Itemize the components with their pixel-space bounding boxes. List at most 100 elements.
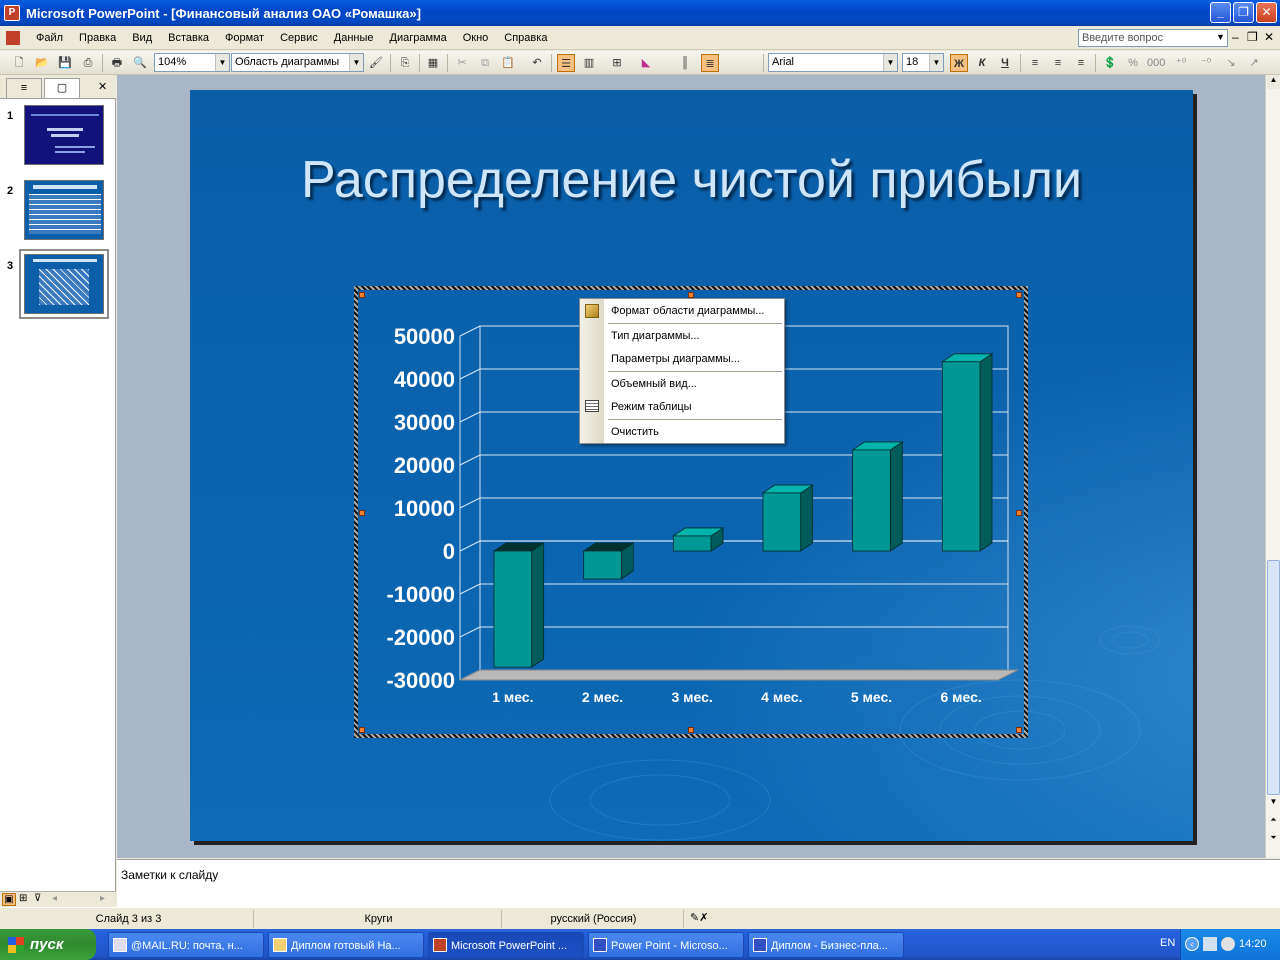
undo-icon[interactable]: ↶ bbox=[528, 54, 546, 72]
doc-restore-icon[interactable]: ❐ bbox=[1247, 30, 1258, 44]
taskbar-item-mail[interactable]: @MAIL.RU: почта, н... bbox=[108, 932, 264, 958]
slide-thumbnail-2[interactable] bbox=[24, 180, 104, 240]
menu-format[interactable]: Формат bbox=[217, 28, 272, 48]
taskbar-item-folder[interactable]: Диплом готовый На... bbox=[268, 932, 424, 958]
tab-slides[interactable]: ▢ bbox=[44, 78, 80, 98]
italic-button[interactable]: К bbox=[973, 54, 991, 72]
increase-decimal-icon[interactable]: ⁺⁰ bbox=[1172, 54, 1190, 72]
by-column-icon[interactable]: ▥ bbox=[580, 54, 598, 72]
angle-text-down-icon[interactable]: ↘ bbox=[1222, 54, 1240, 72]
language-indicator[interactable]: EN bbox=[1160, 937, 1175, 949]
status-design[interactable]: Круги bbox=[256, 910, 502, 928]
scroll-left-icon[interactable]: ◂ bbox=[52, 893, 57, 904]
slide-thumbnail-1[interactable] bbox=[24, 105, 104, 165]
menu-chart-options[interactable]: Параметры диаграммы... bbox=[611, 353, 740, 365]
start-button[interactable]: пуск bbox=[0, 929, 96, 960]
resize-handle[interactable] bbox=[1016, 727, 1022, 733]
taskbar-item-word-1[interactable]: Power Point - Microso... bbox=[588, 932, 744, 958]
currency-icon[interactable]: 💲 bbox=[1101, 54, 1119, 72]
menu-file[interactable]: Файл bbox=[28, 28, 71, 48]
chevron-down-icon[interactable]: ▼ bbox=[349, 54, 363, 71]
cut-icon[interactable]: ✂ bbox=[453, 54, 471, 72]
menu-clear[interactable]: Очистить bbox=[611, 426, 659, 438]
align-left-icon[interactable]: ≡ bbox=[1026, 54, 1044, 72]
underline-button[interactable]: Ч bbox=[996, 54, 1014, 72]
menu-view[interactable]: Вид bbox=[124, 28, 160, 48]
security-icon[interactable] bbox=[1221, 937, 1235, 951]
paste-icon[interactable]: 📋 bbox=[499, 54, 517, 72]
print-icon[interactable]: 🖶 bbox=[108, 54, 126, 72]
doc-close-icon[interactable]: ✕ bbox=[1264, 30, 1274, 44]
restore-button[interactable]: ❐ bbox=[1233, 2, 1254, 23]
permission-icon[interactable]: ⎙ bbox=[79, 54, 97, 72]
clock[interactable]: 14:20 bbox=[1239, 929, 1267, 960]
sorter-view-icon[interactable]: ⊞ bbox=[19, 893, 27, 904]
menu-data[interactable]: Данные bbox=[326, 28, 382, 48]
slide-thumbnail-3[interactable] bbox=[24, 254, 104, 314]
by-row-icon[interactable]: ☰ bbox=[557, 54, 575, 72]
menu-chart[interactable]: Диаграмма bbox=[382, 28, 455, 48]
thousands-icon[interactable]: 000 bbox=[1147, 54, 1165, 72]
open-icon[interactable]: 📂 bbox=[33, 54, 51, 72]
normal-view-icon[interactable]: ▣ bbox=[2, 893, 16, 906]
legend-icon[interactable]: ≣ bbox=[701, 54, 719, 72]
tab-outline[interactable]: ≡ bbox=[6, 78, 42, 98]
zoom-combo[interactable]: 104% ▼ bbox=[154, 53, 230, 72]
resize-handle[interactable] bbox=[1016, 292, 1022, 298]
resize-handle[interactable] bbox=[1016, 510, 1022, 516]
menu-help[interactable]: Справка bbox=[496, 28, 555, 48]
copy-icon[interactable]: ⧉ bbox=[476, 54, 494, 72]
taskbar-item-powerpoint[interactable]: Microsoft PowerPoint ... bbox=[428, 932, 584, 958]
data-table-icon[interactable]: ⊞ bbox=[608, 54, 626, 72]
bold-button[interactable]: Ж bbox=[950, 54, 968, 72]
menu-insert[interactable]: Вставка bbox=[160, 28, 217, 48]
close-button[interactable]: ✕ bbox=[1256, 2, 1277, 23]
menu-3d-view[interactable]: Объемный вид... bbox=[611, 378, 697, 390]
menu-datasheet[interactable]: Режим таблицы bbox=[611, 401, 692, 413]
slide-title[interactable]: Распределение чистой прибыли bbox=[190, 150, 1193, 210]
resize-handle[interactable] bbox=[359, 292, 365, 298]
preview-icon[interactable]: 🔍 bbox=[131, 54, 149, 72]
resize-handle[interactable] bbox=[688, 727, 694, 733]
help-dropdown-icon[interactable]: ▼ bbox=[1216, 32, 1225, 42]
document-icon[interactable] bbox=[6, 30, 20, 45]
menu-window[interactable]: Окно bbox=[455, 28, 497, 48]
close-pane-icon[interactable]: ✕ bbox=[98, 80, 107, 93]
menu-tools[interactable]: Сервис bbox=[272, 28, 326, 48]
scroll-down-icon[interactable]: ▼ bbox=[1267, 797, 1280, 811]
network-icon[interactable] bbox=[1203, 937, 1217, 951]
chevron-down-icon[interactable]: ▼ bbox=[215, 54, 229, 71]
scroll-up-icon[interactable]: ▲ bbox=[1267, 75, 1280, 89]
scroll-thumb[interactable] bbox=[1267, 560, 1280, 795]
resize-handle[interactable] bbox=[359, 510, 365, 516]
datasheet-icon[interactable]: ▦ bbox=[424, 54, 442, 72]
notes-placeholder[interactable]: Заметки к слайду bbox=[121, 868, 218, 882]
angle-text-up-icon[interactable]: ↗ bbox=[1245, 54, 1263, 72]
resize-handle[interactable] bbox=[359, 727, 365, 733]
tray-expand-icon[interactable]: ‹ bbox=[1185, 937, 1199, 951]
taskbar-item-word-2[interactable]: Диплом - Бизнес-пла... bbox=[748, 932, 904, 958]
menu-format-chart-area[interactable]: Формат области диаграммы... bbox=[611, 305, 764, 317]
menu-chart-type[interactable]: Тип диаграммы... bbox=[611, 330, 700, 342]
format-selected-icon[interactable]: 🖌 bbox=[367, 54, 385, 72]
help-question-input[interactable]: Введите вопрос bbox=[1078, 29, 1228, 47]
import-icon[interactable]: ⎘ bbox=[396, 54, 414, 72]
font-name-combo[interactable]: Arial ▼ bbox=[768, 53, 898, 72]
notes-pane[interactable]: Заметки к слайду bbox=[117, 859, 1280, 907]
align-center-icon[interactable]: ≡ bbox=[1049, 54, 1067, 72]
chevron-down-icon[interactable]: ▼ bbox=[929, 54, 943, 71]
decrease-decimal-icon[interactable]: ⁻⁰ bbox=[1197, 54, 1215, 72]
slideshow-icon[interactable]: ⊽ bbox=[34, 893, 41, 904]
previous-slide-icon[interactable]: ⏶ bbox=[1267, 815, 1280, 829]
gridlines-icon[interactable]: ║ bbox=[676, 54, 694, 72]
percent-icon[interactable]: % bbox=[1124, 54, 1142, 72]
menu-edit[interactable]: Правка bbox=[71, 28, 124, 48]
spelling-icon[interactable]: ✎✗ bbox=[690, 911, 708, 924]
new-icon[interactable]: 🗋 bbox=[10, 54, 28, 72]
vertical-scrollbar[interactable]: ▲ ▼ ⏶ ⏷ bbox=[1265, 75, 1280, 858]
chart-type-icon[interactable]: ◣ bbox=[637, 54, 655, 72]
save-icon[interactable]: 💾 bbox=[56, 54, 74, 72]
chevron-down-icon[interactable]: ▼ bbox=[883, 54, 897, 71]
scroll-right-icon[interactable]: ▸ bbox=[100, 893, 105, 904]
chart-object-selector[interactable]: Область диаграммы ▼ bbox=[231, 53, 364, 72]
